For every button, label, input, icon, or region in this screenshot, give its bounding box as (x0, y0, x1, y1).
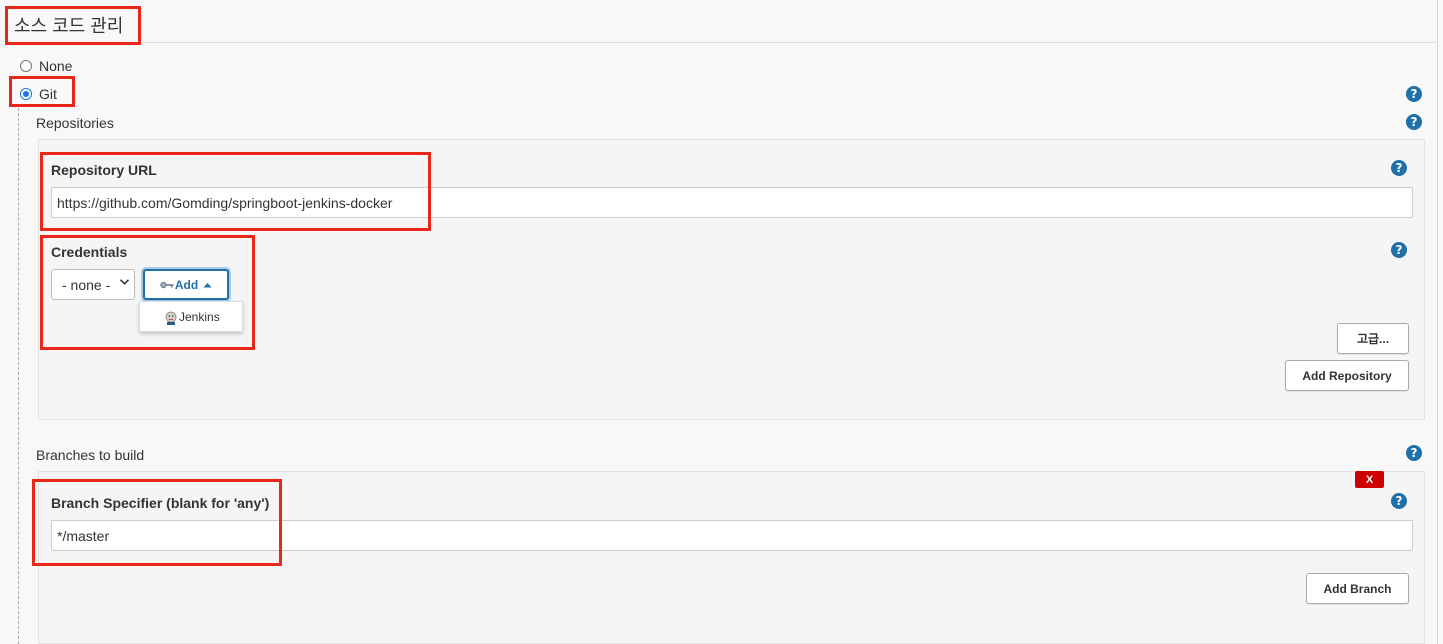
repositories-label: Repositories (36, 115, 114, 131)
branches-to-build-label: Branches to build (36, 447, 145, 463)
jenkins-icon (165, 311, 177, 325)
branch-specifier-input[interactable]: */master (51, 520, 1413, 551)
scm-option-git[interactable]: Git (20, 86, 57, 102)
chevron-down-icon (120, 279, 129, 285)
branch-specifier-label: Branch Specifier (blank for 'any') (51, 495, 270, 511)
scm-option-none-label: None (39, 58, 73, 74)
page-right-border (1437, 0, 1438, 644)
add-branch-button[interactable]: Add Branch (1306, 573, 1409, 604)
git-help-icon[interactable]: ? (1406, 86, 1422, 102)
section-title: 소스 코드 관리 (14, 16, 124, 36)
repository-url-label: Repository URL (51, 162, 157, 178)
git-section-indent-line (18, 108, 19, 644)
repositories-help-icon[interactable]: ? (1406, 114, 1422, 130)
caret-up-icon (203, 282, 212, 287)
scm-option-git-label: Git (39, 86, 57, 102)
radio-git[interactable] (20, 88, 32, 100)
radio-none[interactable] (20, 60, 32, 72)
credentials-help-icon[interactable]: ? (1391, 242, 1407, 258)
credentials-label: Credentials (51, 244, 128, 260)
scm-option-none[interactable]: None (20, 58, 72, 74)
repository-url-input[interactable]: https://github.com/Gomding/springboot-je… (51, 187, 1413, 218)
add-credentials-button[interactable]: Add (143, 269, 229, 300)
add-credentials-menu: Jenkins (139, 301, 243, 332)
add-credentials-label: Add (174, 277, 199, 292)
menu-item-jenkins[interactable]: Jenkins (179, 310, 220, 324)
advanced-button[interactable]: 고급... (1337, 323, 1409, 354)
section-divider (8, 42, 1436, 43)
credentials-select-value: - none - (62, 276, 111, 293)
add-repository-button[interactable]: Add Repository (1285, 360, 1409, 391)
branch-specifier-help-icon[interactable]: ? (1391, 493, 1407, 509)
delete-branch-button[interactable]: X (1355, 471, 1384, 488)
branches-help-icon[interactable]: ? (1406, 445, 1422, 461)
repository-panel (38, 139, 1425, 420)
key-icon (160, 281, 174, 288)
credentials-select[interactable]: - none - (51, 269, 135, 300)
repository-url-help-icon[interactable]: ? (1391, 160, 1407, 176)
